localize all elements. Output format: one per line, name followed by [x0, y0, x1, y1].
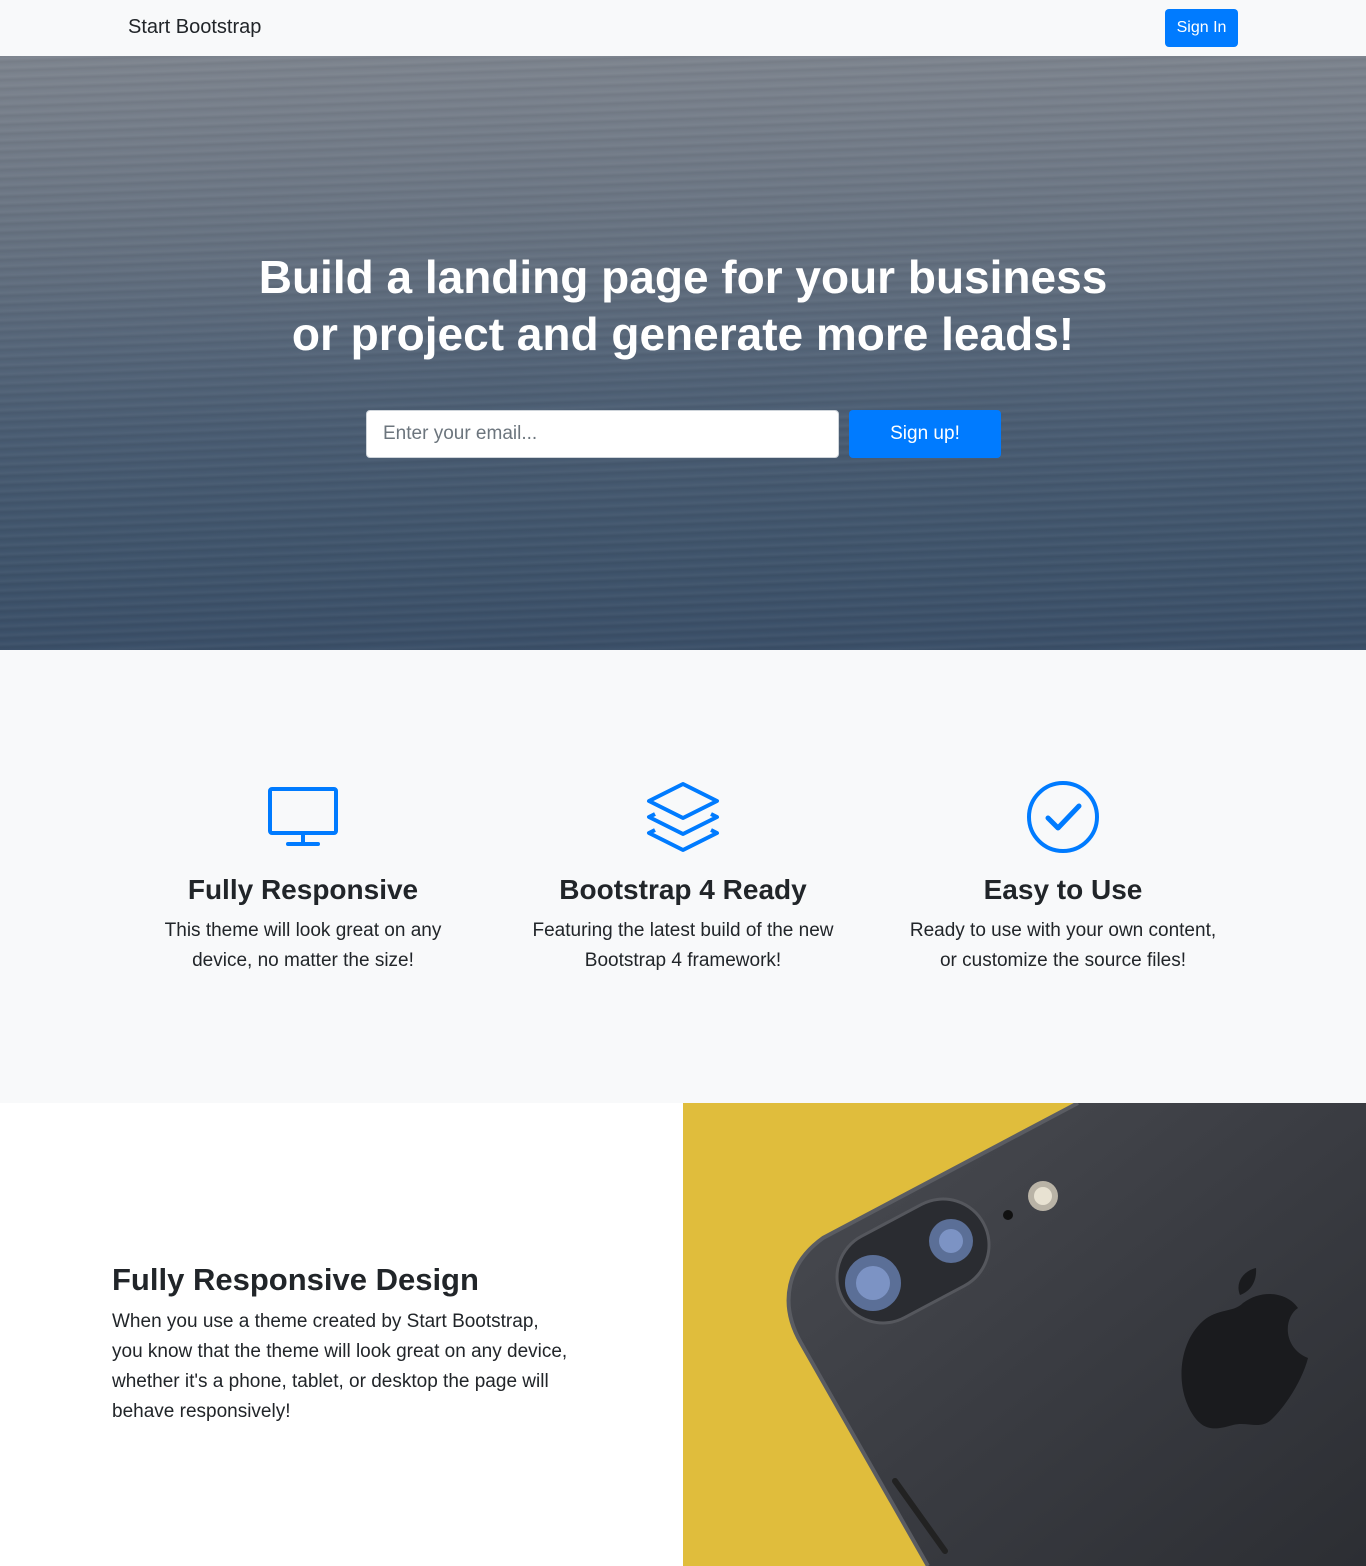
- feature-title: Fully Responsive: [187, 874, 419, 905]
- showcase-text: When you use a theme created by Start Bo…: [112, 1311, 568, 1422]
- feature-title: Bootstrap 4 Ready: [559, 874, 807, 905]
- hero-section: Build a landing page for your business or…: [0, 56, 1366, 650]
- feature-title: Easy to Use: [983, 874, 1143, 905]
- showcase-section: Fully Responsive Design When you use a t…: [0, 1103, 1366, 1566]
- check-circle-icon: [1027, 781, 1099, 853]
- showcase-title: Fully Responsive Design: [112, 1262, 479, 1297]
- hero-headline: Build a landing page for your business or…: [258, 251, 1108, 360]
- features-section: Fully Responsive This theme will look gr…: [0, 650, 1366, 1103]
- navbar: Start Bootstrap Sign In: [0, 0, 1366, 56]
- email-input[interactable]: [366, 410, 839, 458]
- brand-link[interactable]: Start Bootstrap: [128, 16, 261, 39]
- phone-illustration: [683, 1103, 1366, 1566]
- feature-description: This theme will look great on any device,…: [164, 920, 442, 971]
- showcase-phone-image: [683, 1103, 1366, 1566]
- desktop-icon: [268, 787, 338, 846]
- sign-in-button[interactable]: Sign In: [1165, 9, 1238, 47]
- sign-up-button[interactable]: Sign up!: [849, 410, 1001, 458]
- layers-icon: [647, 782, 719, 852]
- feature-description: Featuring the latest build of the new Boo…: [532, 920, 834, 971]
- feature-description: Ready to use with your own content, or cu…: [909, 920, 1217, 971]
